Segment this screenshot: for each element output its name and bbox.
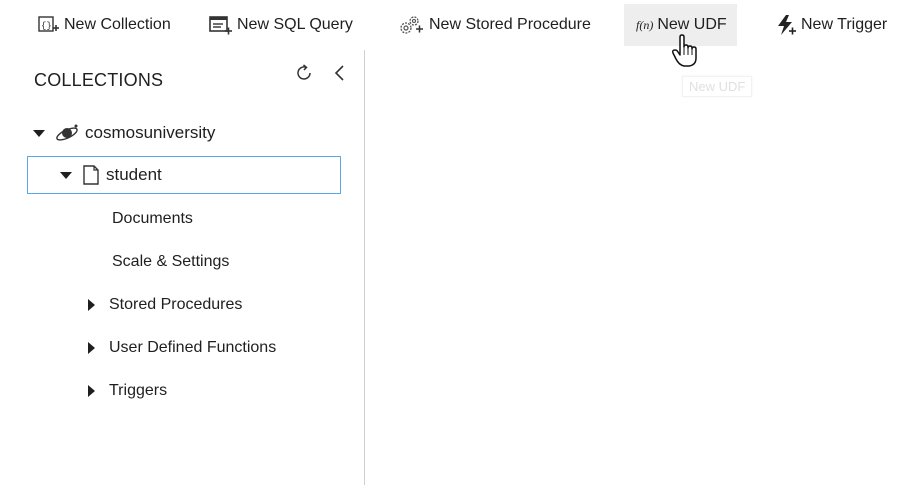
- new-sql-query-icon: [209, 16, 232, 35]
- new-trigger-icon: [778, 15, 796, 35]
- new-stored-procedure-label: New Stored Procedure: [429, 16, 591, 33]
- tree-item-label: Scale & Settings: [112, 253, 230, 270]
- new-stored-procedure-button[interactable]: New Stored Procedure: [397, 4, 591, 46]
- tree-item-documents[interactable]: Documents: [112, 210, 193, 228]
- tree-item-label: Documents: [112, 210, 193, 227]
- main-content-area: [365, 50, 914, 485]
- new-sql-query-label: New SQL Query: [237, 16, 353, 33]
- tree-item-triggers[interactable]: Triggers: [88, 382, 167, 400]
- expand-caret-icon[interactable]: [88, 385, 95, 397]
- tree-item-user-defined-functions[interactable]: User Defined Functions: [88, 339, 276, 357]
- database-icon: [56, 124, 78, 141]
- collections-header: COLLECTIONS: [34, 70, 164, 90]
- new-udf-icon: f(n): [636, 17, 654, 32]
- tree-item-label: Stored Procedures: [109, 296, 243, 313]
- tree-item-stored-procedures[interactable]: Stored Procedures: [88, 296, 242, 314]
- new-udf-label: New UDF: [657, 16, 727, 33]
- tree-item-label: User Defined Functions: [109, 339, 277, 356]
- new-sql-query-button[interactable]: New SQL Query: [209, 4, 353, 46]
- collections-sidebar: COLLECTIONS cosmosuniversity student Doc…: [0, 50, 365, 485]
- expand-caret-icon[interactable]: [88, 342, 95, 354]
- tree-item-label: Triggers: [109, 382, 168, 399]
- database-name: cosmosuniversity: [85, 123, 216, 142]
- command-bar: {} New Collection New SQL Query New Stor…: [0, 0, 914, 50]
- expand-caret-icon[interactable]: [88, 299, 95, 311]
- new-trigger-button[interactable]: New Trigger: [775, 4, 887, 46]
- new-trigger-label: New Trigger: [801, 16, 888, 33]
- new-collection-button[interactable]: {} New Collection: [38, 4, 171, 46]
- new-collection-icon: {}: [38, 16, 59, 32]
- expand-caret-icon[interactable]: [60, 171, 72, 179]
- tree-item-scale-settings[interactable]: Scale & Settings: [112, 253, 229, 271]
- new-stored-procedure-icon: [400, 16, 423, 34]
- expand-caret-icon[interactable]: [33, 129, 45, 137]
- refresh-icon[interactable]: [293, 62, 315, 84]
- new-collection-label: New Collection: [64, 16, 171, 33]
- svg-text:{}: {}: [41, 21, 52, 31]
- collection-node[interactable]: student: [27, 156, 341, 194]
- collection-icon: [83, 165, 99, 185]
- collection-name: student: [106, 165, 162, 184]
- database-node[interactable]: cosmosuniversity: [33, 120, 215, 146]
- collapse-icon[interactable]: [333, 62, 347, 84]
